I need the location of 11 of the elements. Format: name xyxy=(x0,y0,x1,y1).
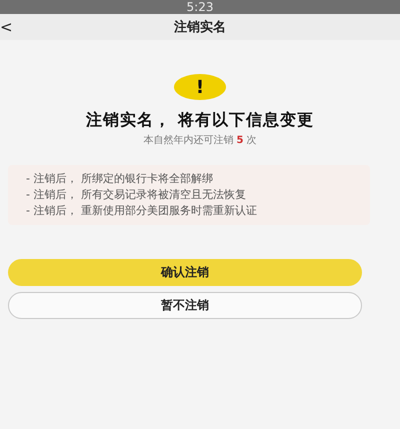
note-text: - 注销后， 所绑定的银行卡将全部解绑 xyxy=(26,171,214,187)
confirm-button[interactable]: 确认注销 xyxy=(8,259,362,286)
note-text: - 注销后， 重新使用部分美团服务时需重新认证 xyxy=(26,203,258,219)
page-title: 注销实名 xyxy=(174,18,226,36)
remaining-count-text: 本自然年内还可注销 5 次 xyxy=(142,134,258,147)
warning-icon: ! xyxy=(174,74,226,100)
status-time: 5:23 xyxy=(186,0,214,14)
warning-title: 注销实名， 将有以下信息变更 xyxy=(85,110,315,131)
note-text: - 注销后， 所有交易记录将被清空且无法恢复 xyxy=(26,187,247,203)
back-button[interactable]: < xyxy=(0,18,13,36)
cancel-button[interactable]: 暂不注销 xyxy=(8,292,362,319)
